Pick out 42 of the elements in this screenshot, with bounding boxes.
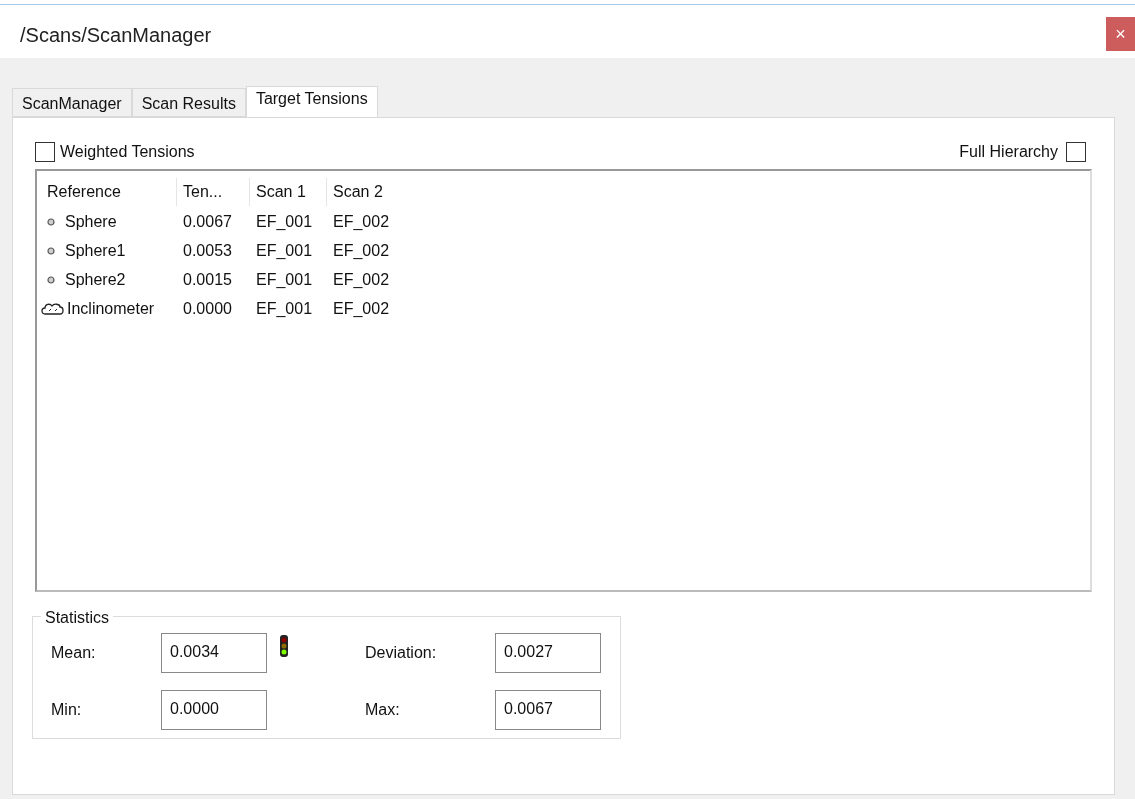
table-cell-text: EF_002 xyxy=(333,298,390,319)
table-cell-text: EF_001 xyxy=(256,240,313,261)
traffic-light-icon xyxy=(279,635,289,657)
field-label: Max: xyxy=(365,700,401,720)
tab[interactable]: Scan Results xyxy=(131,88,246,117)
sphere-icon xyxy=(47,217,55,226)
table-cell-text: Sphere xyxy=(65,211,117,232)
table-cell-text: 0.0015 xyxy=(183,269,232,290)
checkbox[interactable] xyxy=(1066,142,1086,162)
checkbox-label: Weighted Tensions xyxy=(60,142,195,162)
table-cell-text: Sphere1 xyxy=(65,240,126,261)
table-cell-text: EF_001 xyxy=(256,269,313,290)
field-label: Deviation: xyxy=(365,643,438,663)
window-title: /Scans/ScanManager xyxy=(20,23,213,48)
value-field[interactable]: 0.0067 xyxy=(495,690,601,730)
checkbox[interactable] xyxy=(35,142,55,162)
tab[interactable]: Target Tensions xyxy=(245,86,378,118)
table-cell-text: 0.0000 xyxy=(183,298,232,319)
table-cell-text: Inclinometer xyxy=(67,298,155,319)
table-cell-text: Sphere2 xyxy=(65,269,126,290)
column-header[interactable]: Scan 2 xyxy=(327,178,407,206)
value-field[interactable]: 0.0027 xyxy=(495,633,601,673)
cloud-icon xyxy=(41,301,65,316)
table-cell-text: EF_001 xyxy=(256,211,313,232)
column-header[interactable]: Reference xyxy=(41,178,177,206)
table-cell-text: EF_002 xyxy=(333,269,390,290)
table-cell-text: 0.0053 xyxy=(183,240,232,261)
column-header[interactable]: Scan 1 xyxy=(250,178,327,206)
value-field[interactable]: 0.0034 xyxy=(161,633,267,673)
value-field[interactable]: 0.0000 xyxy=(161,690,267,730)
sphere-icon xyxy=(47,275,55,284)
field-label: Mean: xyxy=(51,643,97,663)
table-cell-text: EF_002 xyxy=(333,240,390,261)
tab[interactable]: ScanManager xyxy=(12,88,132,117)
checkbox-label: Full Hierarchy xyxy=(959,142,1058,162)
table-cell-text: 0.0067 xyxy=(183,211,232,232)
table-cell-text: EF_002 xyxy=(333,211,390,232)
field-label: Min: xyxy=(51,700,83,720)
sphere-icon xyxy=(47,246,55,255)
table-cell-text: EF_001 xyxy=(256,298,313,319)
close-button[interactable]: × xyxy=(1106,17,1135,51)
column-header[interactable]: Ten... xyxy=(177,178,250,206)
